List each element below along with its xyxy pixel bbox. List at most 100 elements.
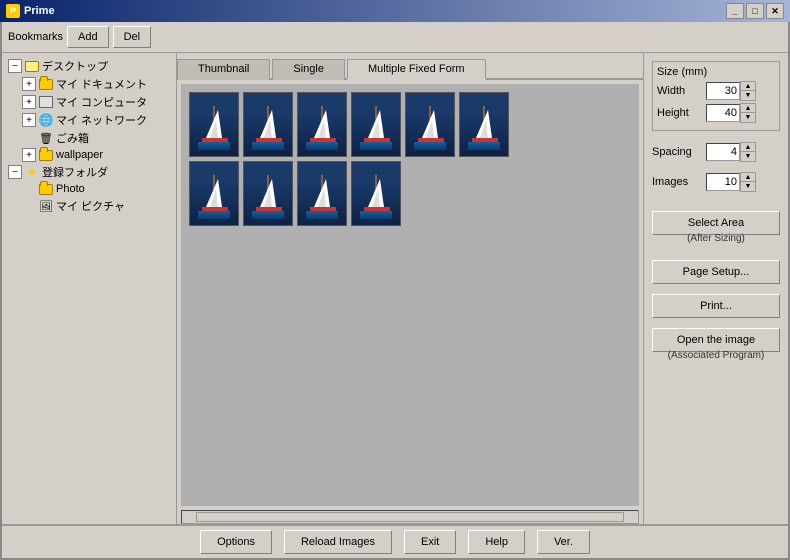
thumbnail-2 <box>243 92 293 157</box>
folder-icon-mydocs <box>38 77 54 91</box>
tree-label-favfolder: 登録フォルダ <box>42 164 108 180</box>
titlebar: P Prime _ □ ✕ <box>0 0 790 22</box>
width-down-button[interactable]: ▼ <box>741 91 755 100</box>
add-button[interactable]: Add <box>67 26 109 48</box>
folder-icon-desktop <box>24 59 40 73</box>
images-label: Images <box>652 176 702 188</box>
pictures-icon: 🖼 <box>38 199 54 213</box>
bottom-bar: Options Reload Images Exit Help Ver. <box>2 524 788 558</box>
app-title: Prime <box>24 5 55 17</box>
page-setup-button[interactable]: Page Setup... <box>652 260 780 284</box>
tree-expand-desktop[interactable]: − <box>8 59 22 73</box>
tree-item-desktop[interactable]: − デスクトップ <box>4 57 174 75</box>
main-content: − デスクトップ + マイ ドキュメント + マイ コンピュータ + 🌐 マイ … <box>2 53 788 524</box>
app-window: Bookmarks Add Del − デスクトップ + マイ ドキュメント + <box>0 22 790 560</box>
exit-button[interactable]: Exit <box>404 530 456 554</box>
del-button[interactable]: Del <box>113 26 152 48</box>
tree-expand-mynetwork[interactable]: + <box>22 113 36 127</box>
width-row: Width ▲ ▼ <box>657 82 775 100</box>
tree-item-favfolder[interactable]: − ★ 登録フォルダ <box>4 163 174 181</box>
help-button[interactable]: Help <box>468 530 525 554</box>
tab-multiple[interactable]: Multiple Fixed Form <box>347 59 486 80</box>
thumbnail-6 <box>459 92 509 157</box>
tree-item-recycle[interactable]: 🗑 ごみ箱 <box>4 129 174 147</box>
width-up-button[interactable]: ▲ <box>741 82 755 91</box>
spacing-row: Spacing ▲ ▼ <box>652 143 780 161</box>
tree-expand-mycomputer[interactable]: + <box>22 95 36 109</box>
images-down-button[interactable]: ▼ <box>741 182 755 191</box>
tab-thumbnail[interactable]: Thumbnail <box>177 59 270 80</box>
thumbnail-9 <box>297 161 347 226</box>
image-grid <box>189 92 509 226</box>
ver-button[interactable]: Ver. <box>537 530 590 554</box>
thumbnail-5 <box>405 92 455 157</box>
spacing-down-button[interactable]: ▼ <box>741 152 755 161</box>
tree-item-mypictures[interactable]: 🖼 マイ ピクチャ <box>4 197 174 215</box>
right-panel: Size (mm) Width ▲ ▼ Height <box>643 53 788 524</box>
tree-item-mynetwork[interactable]: + 🌐 マイ ネットワーク <box>4 111 174 129</box>
tree-expand-favfolder[interactable]: − <box>8 165 22 179</box>
images-input[interactable] <box>706 173 740 191</box>
maximize-button[interactable]: □ <box>746 3 764 19</box>
width-spinbox[interactable]: ▲ ▼ <box>706 82 756 100</box>
close-button[interactable]: ✕ <box>766 3 784 19</box>
thumbnail-7 <box>189 161 239 226</box>
spacing-spinbox[interactable]: ▲ ▼ <box>706 143 756 161</box>
reload-button[interactable]: Reload Images <box>284 530 392 554</box>
preview-area: Thumbnail Single Multiple Fixed Form <box>177 53 643 524</box>
height-down-button[interactable]: ▼ <box>741 113 755 122</box>
tree-expand-mydocs[interactable]: + <box>22 77 36 91</box>
thumbnail-1 <box>189 92 239 157</box>
tabs-bar: Thumbnail Single Multiple Fixed Form <box>177 53 643 80</box>
tree-label-mypictures: マイ ピクチャ <box>56 198 125 214</box>
height-row: Height ▲ ▼ <box>657 104 775 122</box>
height-up-button[interactable]: ▲ <box>741 104 755 113</box>
tree-label-recycle: ごみ箱 <box>56 130 89 146</box>
minimize-button[interactable]: _ <box>726 3 744 19</box>
toolbar: Bookmarks Add Del <box>2 22 788 53</box>
horizontal-scrollbar[interactable] <box>181 510 639 524</box>
spacing-label: Spacing <box>652 146 702 158</box>
thumbnail-10 <box>351 161 401 226</box>
images-up-button[interactable]: ▲ <box>741 173 755 182</box>
tree-item-photo[interactable]: Photo <box>4 181 174 197</box>
spacing-up-button[interactable]: ▲ <box>741 143 755 152</box>
network-icon: 🌐 <box>38 113 54 127</box>
tree-label-mydocs: マイ ドキュメント <box>56 76 147 92</box>
thumbnail-8 <box>243 161 293 226</box>
thumbnail-3 <box>297 92 347 157</box>
height-label: Height <box>657 107 702 119</box>
tree-item-mycomputer[interactable]: + マイ コンピュータ <box>4 93 174 111</box>
size-label: Size (mm) <box>657 66 775 78</box>
print-button[interactable]: Print... <box>652 294 780 318</box>
thumbnail-4 <box>351 92 401 157</box>
options-button[interactable]: Options <box>200 530 272 554</box>
tab-single[interactable]: Single <box>272 59 345 80</box>
tree-item-wallpaper[interactable]: + wallpaper <box>4 147 174 163</box>
height-spinbox[interactable]: ▲ ▼ <box>706 104 756 122</box>
bookmarks-label: Bookmarks <box>8 31 63 43</box>
star-icon: ★ <box>24 165 40 179</box>
preview-canvas <box>181 84 639 506</box>
tree-label-desktop: デスクトップ <box>42 58 108 74</box>
spacing-input[interactable] <box>706 143 740 161</box>
width-label: Width <box>657 85 702 97</box>
folder-icon-photo <box>38 182 54 196</box>
tree-label-mynetwork: マイ ネットワーク <box>56 112 147 128</box>
tree-label-wallpaper: wallpaper <box>56 149 103 161</box>
tree-label-mycomputer: マイ コンピュータ <box>56 94 147 110</box>
file-tree: − デスクトップ + マイ ドキュメント + マイ コンピュータ + 🌐 マイ … <box>2 53 177 524</box>
window-controls[interactable]: _ □ ✕ <box>726 3 784 19</box>
tree-expand-wallpaper[interactable]: + <box>22 148 36 162</box>
app-icon: P <box>6 4 20 18</box>
width-input[interactable] <box>706 82 740 100</box>
tree-label-photo: Photo <box>56 183 85 195</box>
select-area-button[interactable]: Select Area <box>652 211 780 235</box>
images-spinbox[interactable]: ▲ ▼ <box>706 173 756 191</box>
height-input[interactable] <box>706 104 740 122</box>
size-group: Size (mm) Width ▲ ▼ Height <box>652 61 780 131</box>
tree-item-mydocs[interactable]: + マイ ドキュメント <box>4 75 174 93</box>
recycle-icon: 🗑 <box>38 131 54 145</box>
open-image-button[interactable]: Open the image <box>652 328 780 352</box>
image-row-1 <box>189 92 509 157</box>
